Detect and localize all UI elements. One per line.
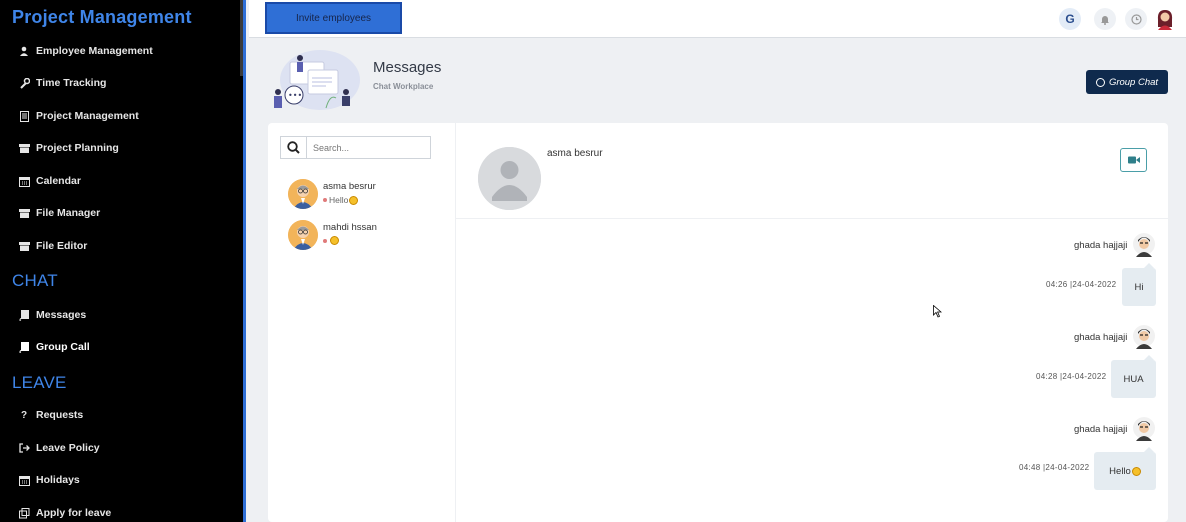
grin-emoji-icon: [349, 195, 359, 205]
sign-out-icon: [18, 442, 30, 454]
contact-name: mahdi hssan: [323, 222, 377, 233]
search-input[interactable]: [307, 137, 430, 158]
sidebar-item-label: File Editor: [36, 240, 88, 252]
group-chat-button[interactable]: Group Chat: [1086, 70, 1168, 94]
contacts-panel: asma besrur Hello mahdi hssan: [268, 123, 456, 522]
message-bubble: Hi: [1122, 263, 1156, 306]
contact-last-message: [323, 236, 339, 245]
sidebar-item-file-editor[interactable]: File Editor: [18, 237, 87, 255]
chat-icon: [1095, 77, 1105, 87]
message-sender: ghada hajjaji: [1074, 240, 1128, 251]
clone-icon: [18, 507, 30, 519]
sidebar-item-label: Apply for leave: [36, 507, 112, 519]
sidebar: Project Management Employee Management T…: [0, 0, 246, 522]
contact-avatar: [288, 179, 318, 209]
message-bubble: HUA: [1111, 355, 1156, 398]
google-icon[interactable]: G: [1059, 8, 1081, 30]
sidebar-item-project-management[interactable]: Project Management: [18, 107, 139, 125]
sidebar-item-label: Messages: [36, 309, 87, 321]
sidebar-item-label: Calendar: [36, 175, 81, 187]
folder-icon: [18, 207, 30, 219]
message-text: Hello: [1109, 465, 1131, 477]
svg-text:•••: •••: [288, 91, 302, 100]
top-bar: Invite employees G: [249, 0, 1186, 38]
sidebar-item-leave-policy[interactable]: Leave Policy: [18, 439, 100, 457]
sidebar-item-project-planning[interactable]: Project Planning: [18, 139, 119, 157]
search-button[interactable]: [281, 137, 307, 158]
grin-emoji-icon: [1131, 466, 1141, 476]
page-subtitle: Chat Workplace: [373, 82, 434, 91]
search-box: [280, 136, 431, 159]
laugh-emoji-icon: [330, 236, 339, 245]
conversation-header: asma besrur: [456, 123, 1168, 219]
message-time: 04:28 |24-04-2022: [1036, 372, 1107, 381]
contact-avatar: [288, 220, 318, 250]
message-time: 04:26 |24-04-2022: [1046, 280, 1117, 289]
invite-employees-button[interactable]: Invite employees: [265, 2, 402, 34]
sidebar-item-employee-management[interactable]: Employee Management: [18, 42, 153, 60]
user-avatar[interactable]: [1155, 8, 1175, 30]
status-dot: [323, 198, 327, 202]
document-icon: [18, 110, 30, 122]
sidebar-item-apply-for-leave[interactable]: Apply for leave: [18, 504, 111, 522]
user-icon: [18, 45, 30, 57]
sidebar-section-leave: LEAVE: [12, 373, 67, 392]
message-time: 04:48 |24-04-2022: [1019, 463, 1090, 472]
conversation-name: asma besrur: [547, 148, 603, 159]
sidebar-scrollbar[interactable]: [240, 0, 243, 76]
sidebar-item-label: File Manager: [36, 207, 101, 219]
sidebar-item-label: Group Call: [36, 341, 90, 353]
video-icon: [1127, 156, 1140, 164]
contact-item[interactable]: mahdi hssan: [288, 220, 438, 252]
sidebar-item-holidays[interactable]: Holidays: [18, 471, 80, 489]
sidebar-section-project: Project Management: [12, 7, 192, 27]
sidebar-section-chat: CHAT: [12, 271, 58, 290]
contact-item[interactable]: asma besrur Hello: [288, 179, 438, 211]
calendar-icon: [18, 175, 30, 187]
status-dot: [323, 238, 327, 243]
wrench-icon: [18, 77, 30, 89]
mouse-cursor-icon: [933, 304, 943, 323]
conversation-avatar: [478, 147, 541, 210]
sidebar-item-time-tracking[interactable]: Time Tracking: [18, 74, 106, 92]
sidebar-item-label: Time Tracking: [36, 77, 107, 89]
sidebar-item-label: Employee Management: [36, 45, 153, 57]
chat-illustration: •••: [268, 48, 360, 116]
message-bubble: Hello: [1094, 447, 1156, 490]
sidebar-item-label: Leave Policy: [36, 442, 100, 454]
folder-icon: [18, 142, 30, 154]
sender-avatar: [1133, 417, 1155, 441]
sidebar-item-requests[interactable]: ? Requests: [18, 406, 83, 424]
last-message-text: Hello: [329, 195, 349, 205]
book-icon: [18, 341, 30, 353]
sidebar-item-group-call[interactable]: Group Call: [18, 338, 90, 356]
sidebar-item-file-manager[interactable]: File Manager: [18, 204, 100, 222]
question-icon: ?: [20, 409, 28, 421]
sidebar-item-calendar[interactable]: Calendar: [18, 172, 81, 190]
clock-icon[interactable]: [1125, 8, 1147, 30]
message-sender: ghada hajjaji: [1074, 332, 1128, 343]
sidebar-item-label: Holidays: [36, 474, 80, 486]
folder-icon: [18, 240, 30, 252]
bell-icon[interactable]: [1094, 8, 1116, 30]
contact-last-message: Hello: [323, 195, 359, 205]
calendar-icon: [18, 474, 30, 486]
search-icon: [287, 141, 300, 154]
sender-avatar: [1133, 325, 1155, 349]
page-title: Messages: [373, 59, 442, 76]
sidebar-item-label: Requests: [36, 409, 84, 421]
sender-avatar: [1133, 233, 1155, 257]
sidebar-item-messages[interactable]: Messages: [18, 306, 86, 324]
message-sender: ghada hajjaji: [1074, 424, 1128, 435]
video-call-button[interactable]: [1120, 148, 1147, 172]
sidebar-item-label: Project Planning: [36, 142, 119, 154]
book-icon: [18, 309, 30, 321]
sidebar-item-label: Project Management: [36, 110, 139, 122]
group-chat-label: Group Chat: [1108, 76, 1159, 88]
contact-name: asma besrur: [323, 181, 376, 192]
